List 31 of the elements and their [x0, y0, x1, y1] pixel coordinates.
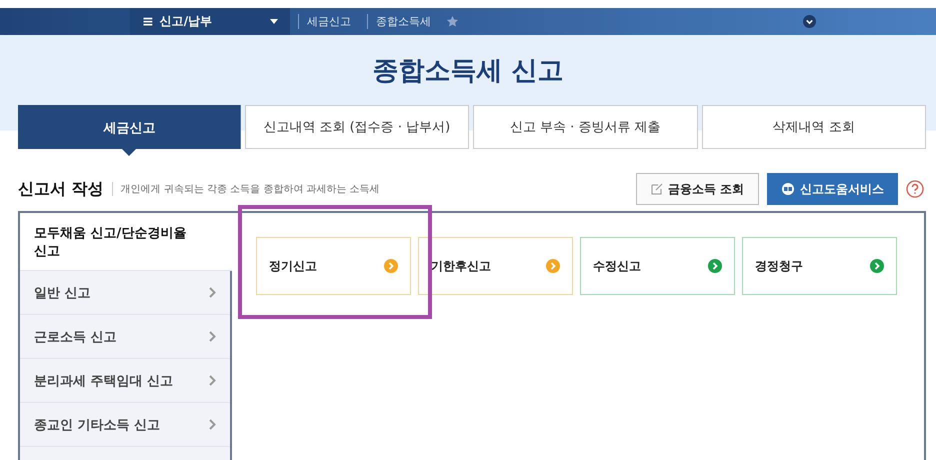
section-title: 신고서 작성 — [18, 178, 104, 200]
sidebar-item[interactable]: 모두채움 신고/단순경비율 신고 — [20, 213, 232, 271]
filing-card[interactable]: 수정신고 — [580, 237, 735, 295]
sidebar-item[interactable]: 종교인 기타소득 신고 — [20, 403, 230, 447]
tab[interactable]: 신고 부속 · 증빙서류 제출 — [473, 105, 698, 149]
book-icon — [781, 183, 795, 195]
tab[interactable]: 신고내역 조회 (접수증 · 납부서) — [244, 105, 469, 149]
filing-card[interactable]: 경정청구 — [742, 237, 897, 295]
chevron-right-icon — [209, 331, 216, 342]
breadcrumb-link[interactable]: 종합소득세 — [367, 14, 439, 29]
tab[interactable]: 세금신고 — [18, 105, 240, 156]
menu-dropdown[interactable]: ≡ 신고/납부 — [130, 8, 290, 35]
chevron-down-icon[interactable] — [803, 15, 816, 28]
edit-icon — [650, 183, 663, 195]
sidebar-item[interactable]: 일반 신고 — [20, 271, 230, 315]
caret-icon — [270, 19, 278, 24]
star-icon[interactable] — [447, 16, 458, 27]
breadcrumb-link[interactable]: 세금신고 — [298, 14, 359, 29]
chevron-right-icon — [209, 419, 216, 430]
section-description: 개인에게 귀속되는 각종 소득을 종합하여 과세하는 소득세 — [112, 182, 380, 196]
lookup-button[interactable]: 금융소득 조회 — [636, 173, 759, 205]
filing-card[interactable]: 기한후신고 — [418, 237, 573, 295]
page-title: 종합소득세 신고 — [372, 54, 564, 88]
tab[interactable]: 삭제내역 조회 — [702, 105, 926, 149]
chevron-right-icon — [209, 375, 216, 386]
help-service-button[interactable]: 신고도움서비스 — [767, 173, 898, 205]
filing-card[interactable]: 정기신고 — [256, 237, 411, 295]
help-icon[interactable] — [906, 180, 924, 198]
sidebar-item[interactable]: 분리과세 주택임대 신고 — [20, 359, 230, 403]
sidebar-item[interactable]: 근로소득 신고 — [20, 315, 230, 359]
chevron-right-icon — [209, 287, 216, 298]
